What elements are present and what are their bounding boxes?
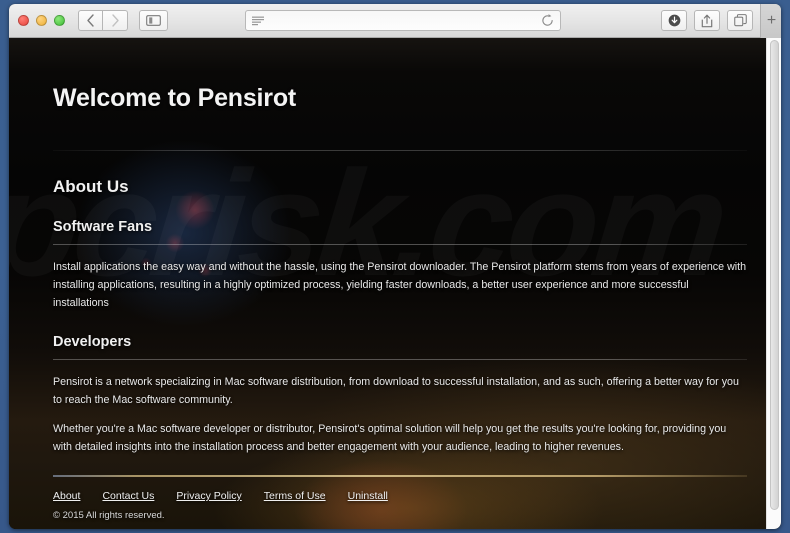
section-title: Developers xyxy=(53,334,132,350)
footer-links: About Contact Us Privacy Policy Terms of… xyxy=(53,490,747,502)
navigation-buttons xyxy=(78,10,128,31)
desktop-background: + pcrisk.com Welcome to Pensirot About U… xyxy=(0,0,790,533)
downloads-icon xyxy=(668,14,681,27)
forward-button[interactable] xyxy=(103,10,128,31)
show-tabs-button[interactable] xyxy=(727,10,753,31)
browser-toolbar: + xyxy=(9,4,781,38)
sidebar-toggle-icon xyxy=(146,15,161,26)
footer-link-contact-us[interactable]: Contact Us xyxy=(102,490,154,502)
footer-link-privacy-policy[interactable]: Privacy Policy xyxy=(176,490,241,502)
back-button[interactable] xyxy=(78,10,103,31)
reload-icon[interactable] xyxy=(541,14,554,27)
minimize-window-button[interactable] xyxy=(36,15,47,26)
zoom-window-button[interactable] xyxy=(54,15,65,26)
share-button[interactable] xyxy=(694,10,720,31)
section-software-fans: Software Fans Install applications the e… xyxy=(53,219,747,312)
about-us-heading: About Us xyxy=(53,177,129,196)
toolbar-right-actions xyxy=(661,10,753,31)
page-title: Welcome to Pensirot xyxy=(53,84,297,112)
section-title: Software Fans xyxy=(53,219,153,235)
page-footer: About Contact Us Privacy Policy Terms of… xyxy=(53,475,747,521)
chevron-left-icon xyxy=(86,14,95,27)
address-bar[interactable] xyxy=(245,10,561,31)
copyright-text: © 2015 All rights reserved. xyxy=(53,510,165,521)
footer-link-about[interactable]: About xyxy=(53,490,80,502)
downloads-button[interactable] xyxy=(661,10,687,31)
new-tab-button[interactable]: + xyxy=(760,4,781,38)
share-icon xyxy=(701,14,713,28)
section-body: Pensirot is a network specializing in Ma… xyxy=(53,373,747,456)
footer-divider xyxy=(53,475,747,477)
window-controls xyxy=(18,15,65,26)
show-tabs-icon xyxy=(733,14,747,27)
chevron-right-icon xyxy=(111,14,120,27)
reader-lines-icon[interactable] xyxy=(252,16,265,26)
address-input[interactable] xyxy=(265,15,541,26)
browser-window: + pcrisk.com Welcome to Pensirot About U… xyxy=(9,4,781,529)
paragraph: Install applications the easy way and wi… xyxy=(53,261,747,309)
paragraph: Whether you're a Mac software developer … xyxy=(53,423,727,453)
section-divider xyxy=(53,244,747,245)
vertical-scrollbar[interactable] xyxy=(766,38,781,529)
section-divider xyxy=(53,359,747,360)
paragraph: Pensirot is a network specializing in Ma… xyxy=(53,376,739,406)
section-body: Install applications the easy way and wi… xyxy=(53,258,747,312)
page-content: Welcome to Pensirot About Us Software Fa… xyxy=(33,50,767,529)
scrollbar-thumb[interactable] xyxy=(770,40,779,510)
footer-link-uninstall[interactable]: Uninstall xyxy=(348,490,388,502)
section-developers: Developers Pensirot is a network special… xyxy=(53,334,747,456)
page-viewport: pcrisk.com Welcome to Pensirot About Us … xyxy=(9,38,781,529)
header-divider xyxy=(53,150,747,151)
sidebar-toggle-button[interactable] xyxy=(139,10,168,31)
footer-link-terms-of-use[interactable]: Terms of Use xyxy=(264,490,326,502)
close-window-button[interactable] xyxy=(18,15,29,26)
plus-icon: + xyxy=(766,12,777,29)
